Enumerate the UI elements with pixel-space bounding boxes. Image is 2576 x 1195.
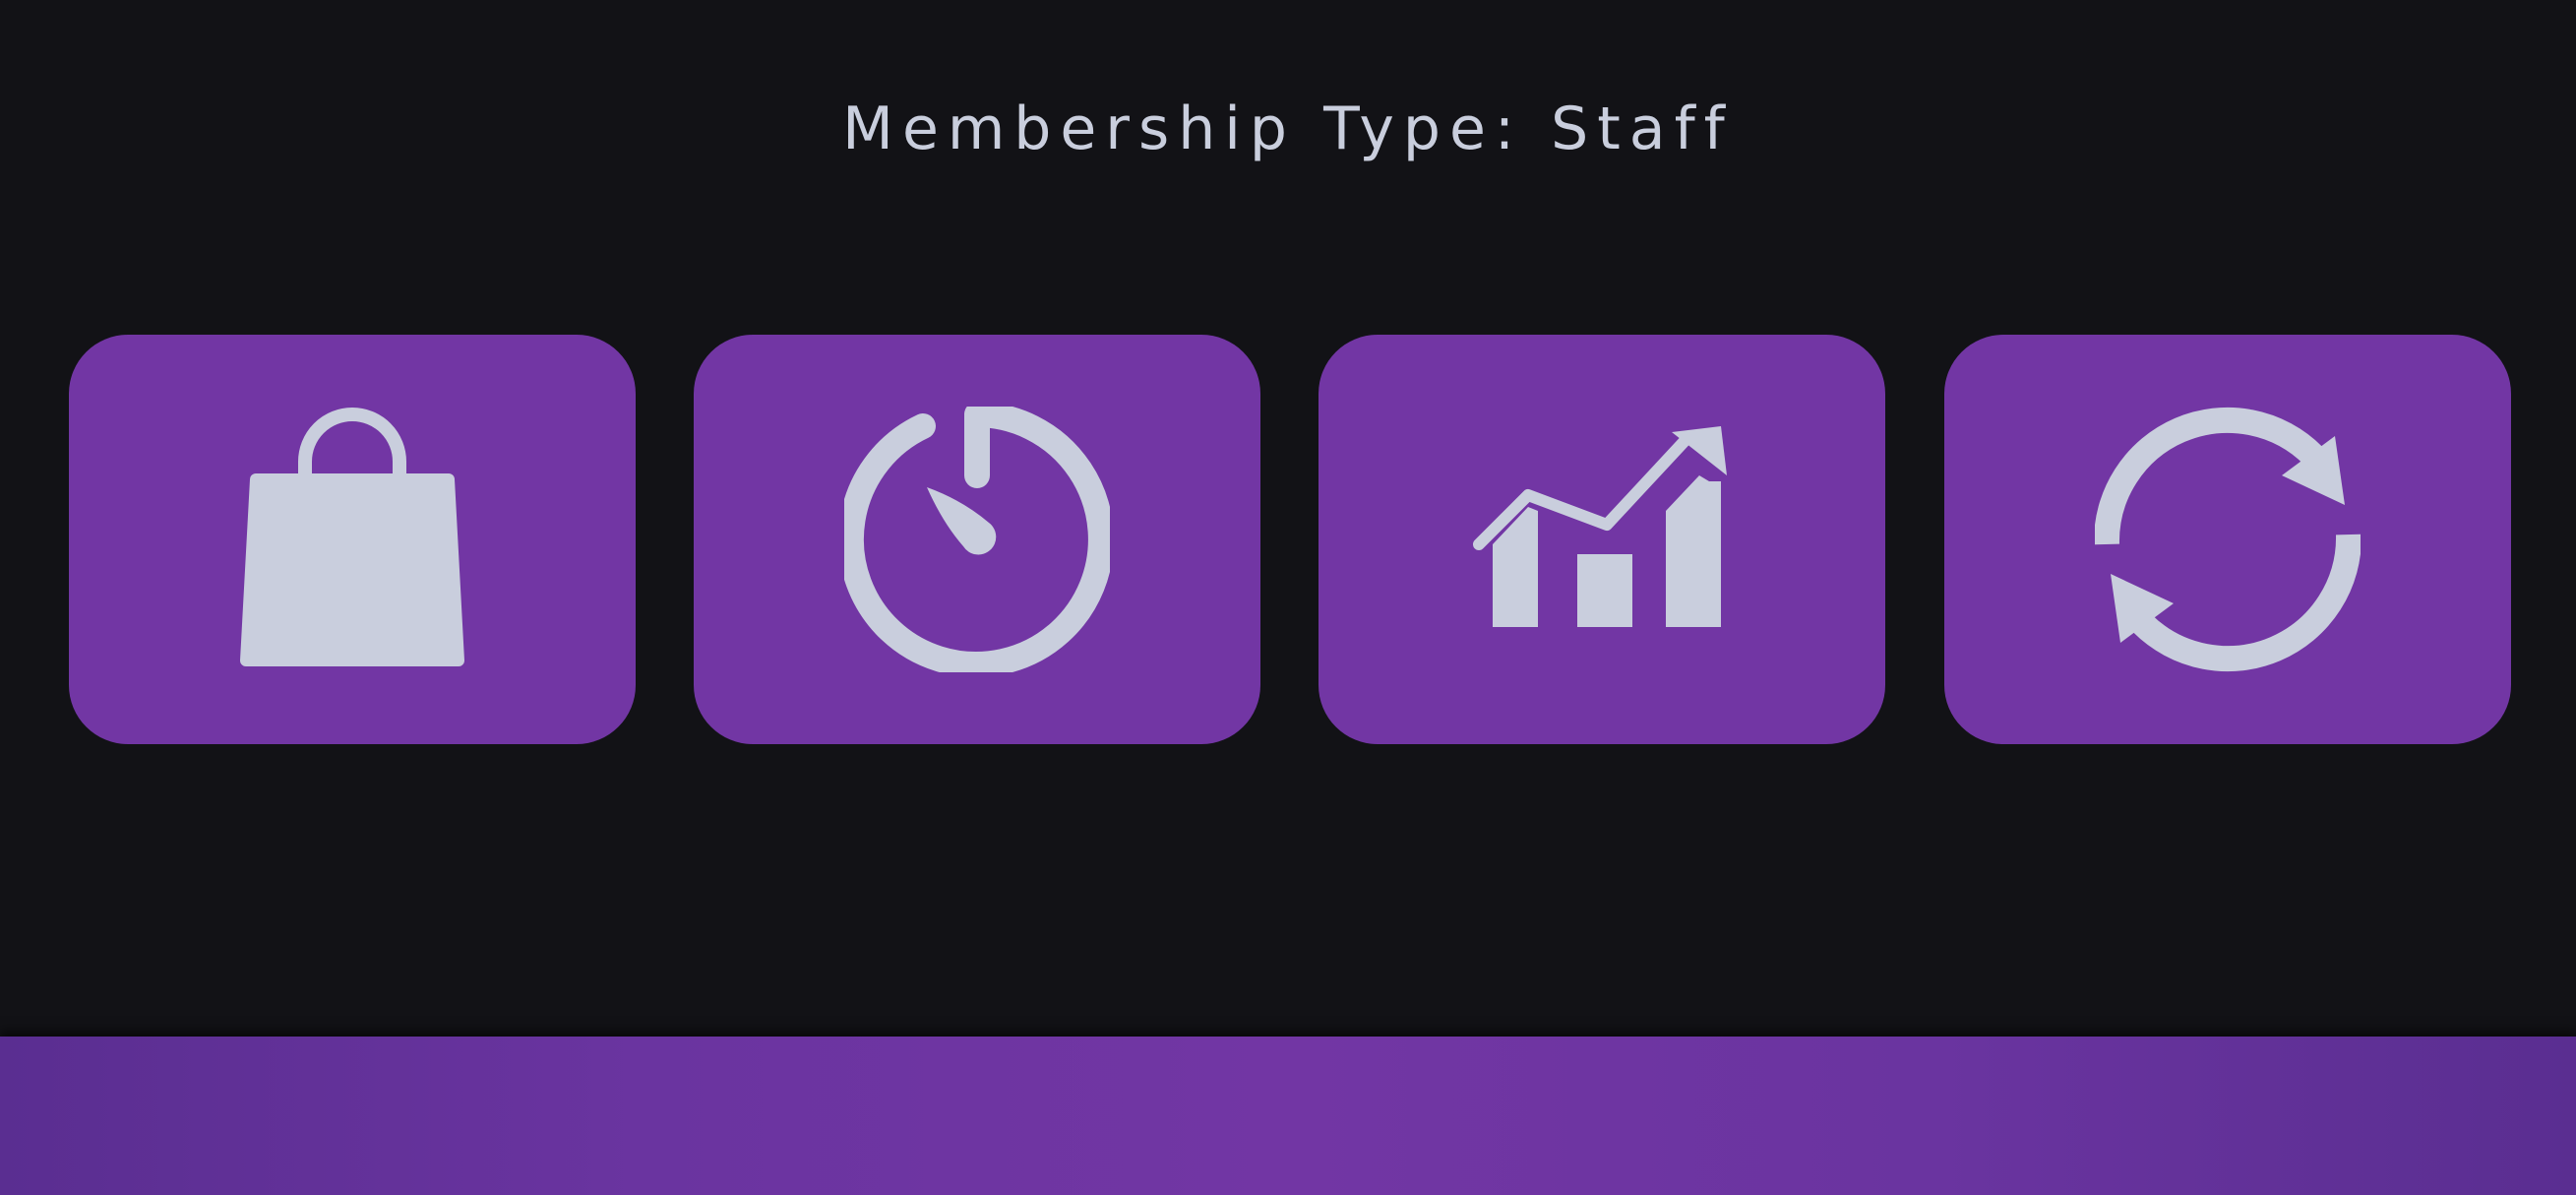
shop-tile-button[interactable] xyxy=(69,335,636,744)
growth-chart-icon xyxy=(1473,426,1727,627)
refresh-icon xyxy=(2095,407,2361,672)
shopping-bag-icon xyxy=(240,408,464,666)
timer-tile-button[interactable] xyxy=(694,335,1260,744)
growth-tile-button[interactable] xyxy=(1319,335,1885,744)
action-tiles xyxy=(0,335,2576,744)
page-title: Membership Type: Staff xyxy=(842,94,1734,163)
stopwatch-icon xyxy=(844,407,1110,672)
refresh-tile-button[interactable] xyxy=(1944,335,2511,744)
membership-screen: Membership Type: Staff xyxy=(0,0,2576,1195)
footer-bar xyxy=(0,1037,2576,1195)
